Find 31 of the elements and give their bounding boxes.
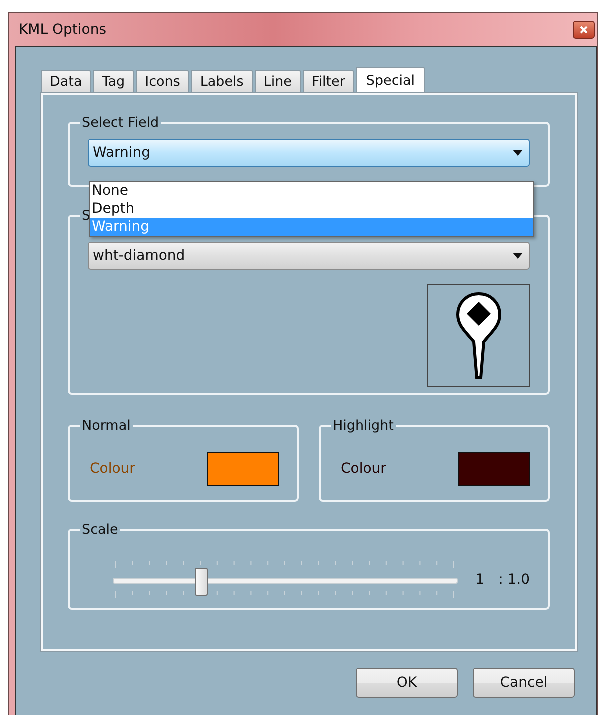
group-title: Normal [81, 418, 132, 434]
tab[interactable]: Filter [302, 70, 354, 93]
close-button[interactable] [573, 20, 595, 38]
scale-ratio: : 1.0 [498, 572, 530, 588]
dropdown-arrow-icon [513, 150, 523, 156]
group-title: Select Field [81, 115, 160, 131]
close-icon [580, 26, 588, 34]
tab[interactable]: Labels [191, 70, 253, 93]
slider-thumb[interactable] [194, 568, 208, 596]
tab[interactable]: Tag [93, 70, 134, 93]
map-pin-icon [456, 292, 502, 380]
ok-button[interactable]: OK [356, 668, 458, 698]
colour-swatch[interactable] [207, 452, 279, 486]
tab[interactable]: Data [41, 70, 92, 93]
group-title: Scale [81, 522, 120, 538]
group-title: Highlight [332, 418, 395, 434]
colour-label: Colour [90, 461, 136, 477]
field-dropdown[interactable]: Warning [88, 139, 530, 167]
cancel-button[interactable]: Cancel [473, 668, 575, 698]
symbol-dropdown[interactable]: wht-diamond [88, 242, 530, 270]
tab[interactable]: Icons [136, 70, 190, 93]
dropdown-arrow-icon [513, 253, 523, 259]
colour-swatch[interactable] [458, 452, 530, 486]
tab[interactable]: Line [254, 70, 301, 93]
dropdown-option[interactable]: Depth [90, 200, 533, 218]
scale-value: 1 [476, 572, 485, 588]
colour-label: Colour [341, 461, 386, 477]
window-title: KML Options [19, 22, 107, 38]
tab[interactable]: Special [356, 67, 426, 93]
dropdown-option[interactable]: None [90, 182, 533, 200]
scale-slider[interactable] [113, 560, 458, 600]
